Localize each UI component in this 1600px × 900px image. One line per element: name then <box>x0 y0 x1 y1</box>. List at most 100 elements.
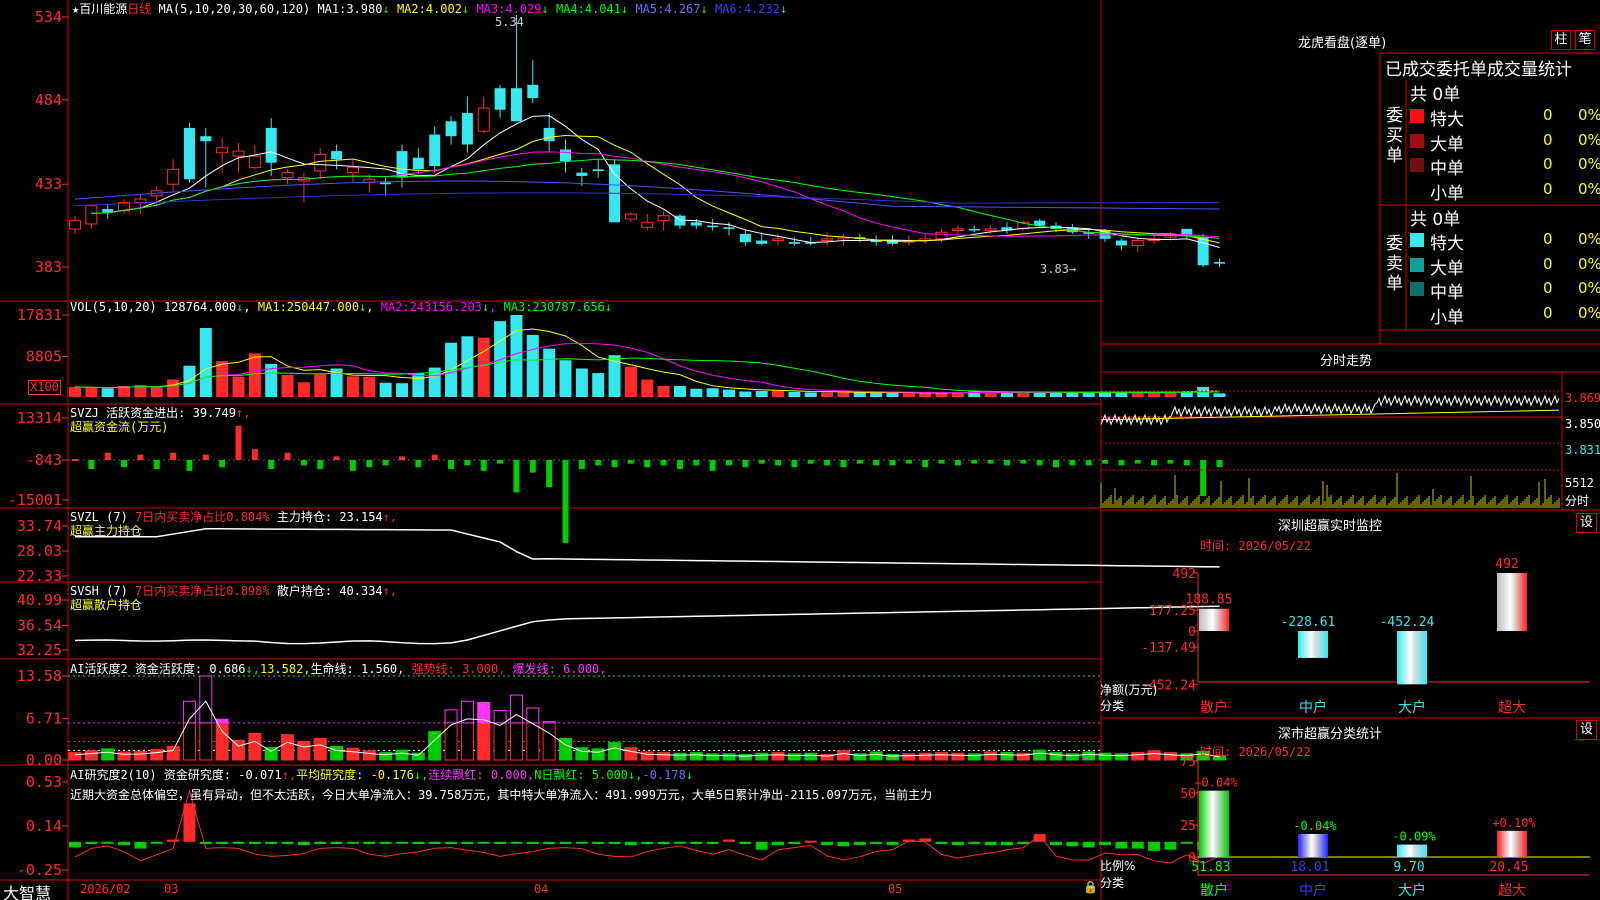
svzj-tick: -843 <box>26 451 62 469</box>
stock-name[interactable]: 百川能源 <box>79 2 127 16</box>
monitor-settings-button[interactable]: 设 <box>1576 513 1597 533</box>
lock-icon[interactable]: 🔒 <box>1083 880 1098 894</box>
monitor-bar-rect <box>1199 608 1229 631</box>
candle <box>1083 228 1095 239</box>
candle-body <box>134 198 147 203</box>
legend-swatch <box>1410 282 1424 296</box>
candle-body <box>772 238 785 242</box>
svzl-tick: 28.03 <box>17 542 62 560</box>
ma5-line <box>74 180 1220 210</box>
volume-bar <box>69 386 81 397</box>
svzj-bar <box>366 460 373 468</box>
svzj-bar <box>954 460 961 466</box>
ma1-label: MA1:3.980↓ <box>317 2 390 16</box>
ai1-tick: 6.71 <box>26 709 62 727</box>
ai1-bar <box>232 739 245 761</box>
svzj-bar <box>448 460 455 470</box>
stats-bar: -0.09% 9.70 大户 <box>1392 830 1436 899</box>
ai2-bar <box>690 841 703 845</box>
ai2-bar <box>461 841 474 845</box>
ai2-bar <box>494 841 507 845</box>
volume-bar <box>396 383 408 397</box>
ai1-tick: 0.00 <box>26 751 62 769</box>
volume-bar <box>902 393 915 397</box>
svzj-bar <box>513 460 520 493</box>
high-price-label: 5.34 <box>495 15 524 29</box>
stats-bar-value: 51.83 <box>1191 860 1230 875</box>
ai2-bar <box>1066 841 1079 847</box>
period-label[interactable]: 日线 <box>127 2 151 16</box>
vol-tick: 8805 <box>26 348 62 366</box>
ai1-bar <box>804 752 818 761</box>
candle-body <box>331 151 343 160</box>
price-tick: 534 <box>35 8 62 26</box>
candle-body <box>951 228 964 232</box>
volume-bar <box>739 391 752 397</box>
candle <box>314 147 327 180</box>
ai2-bar <box>248 841 261 845</box>
svzj-bar <box>1200 460 1207 497</box>
volume-bar <box>1148 392 1161 397</box>
date-label-apr: 04 <box>534 882 549 896</box>
candle <box>951 225 964 236</box>
svzj-bar <box>317 460 324 470</box>
svzj-bar <box>186 460 193 471</box>
svzj-bar <box>88 460 95 470</box>
ai1-bar <box>1033 749 1047 761</box>
candle-body <box>200 136 212 142</box>
ai2-bar <box>886 841 899 846</box>
lhb-row-percent: 0% <box>1578 279 1600 297</box>
ai2-bar <box>772 841 785 846</box>
ai1-bar <box>395 749 409 761</box>
tab-tick-view[interactable]: 笔 <box>1575 30 1595 50</box>
lhb-row-percent: 0% <box>1578 254 1600 273</box>
candle <box>265 117 277 176</box>
vol-unit-badge[interactable]: X100 <box>28 380 61 395</box>
candle <box>837 233 850 246</box>
monitor-ylabel: 净额(万元) <box>1100 683 1158 697</box>
stats-settings-button[interactable]: 设 <box>1576 720 1597 740</box>
svzj-bar <box>791 460 798 468</box>
fenshi-price-mid: 3.850 <box>1565 417 1600 431</box>
fenshi-title: 分时走势 <box>1320 354 1373 369</box>
stats-category-label: 散户 <box>1200 882 1228 899</box>
svzj-bar <box>1003 460 1010 466</box>
volume-bar <box>85 387 98 397</box>
candle-body <box>265 127 277 163</box>
candle-body <box>429 134 441 167</box>
candle <box>821 232 834 246</box>
ai1-bar <box>330 745 344 761</box>
candle <box>527 60 539 104</box>
ai2-bar <box>853 841 866 846</box>
lhb-row-count: 0 <box>1543 279 1553 297</box>
volume-bar <box>657 385 670 397</box>
candle <box>183 122 195 183</box>
fenshi-price-low: 3.831 <box>1565 443 1600 457</box>
lhb-title: 龙虎看盘(逐单) <box>1298 36 1387 51</box>
monitor-bar: -452.24 大户 <box>1380 615 1435 716</box>
candle-body <box>723 227 735 229</box>
ai2-bar <box>281 841 294 845</box>
ai2-tick: 0.53 <box>26 773 62 791</box>
ai2-bar <box>870 841 883 845</box>
volume-bar <box>870 392 883 397</box>
ai1-bar <box>542 721 556 724</box>
ai1-bar <box>689 752 703 761</box>
ai1-bar <box>1065 753 1079 761</box>
date-label-mar: 03 <box>164 882 179 896</box>
volume-bar <box>984 392 997 397</box>
volume-bars <box>69 315 1226 397</box>
ai2-bar <box>134 841 147 849</box>
ai2-bar <box>297 841 310 846</box>
volume-bar <box>1017 392 1030 397</box>
tab-bar-view[interactable]: 柱 <box>1551 30 1571 50</box>
ai2-bar <box>624 841 637 846</box>
candle <box>560 139 571 173</box>
svzj-bar <box>497 460 504 464</box>
ai1-bar <box>477 722 491 761</box>
volume-bar <box>624 366 637 397</box>
fenshi-volume: 5512 <box>1565 476 1594 490</box>
ai1-bar <box>199 722 213 761</box>
ai2-bar <box>265 841 278 845</box>
ai1-bar <box>771 752 785 761</box>
